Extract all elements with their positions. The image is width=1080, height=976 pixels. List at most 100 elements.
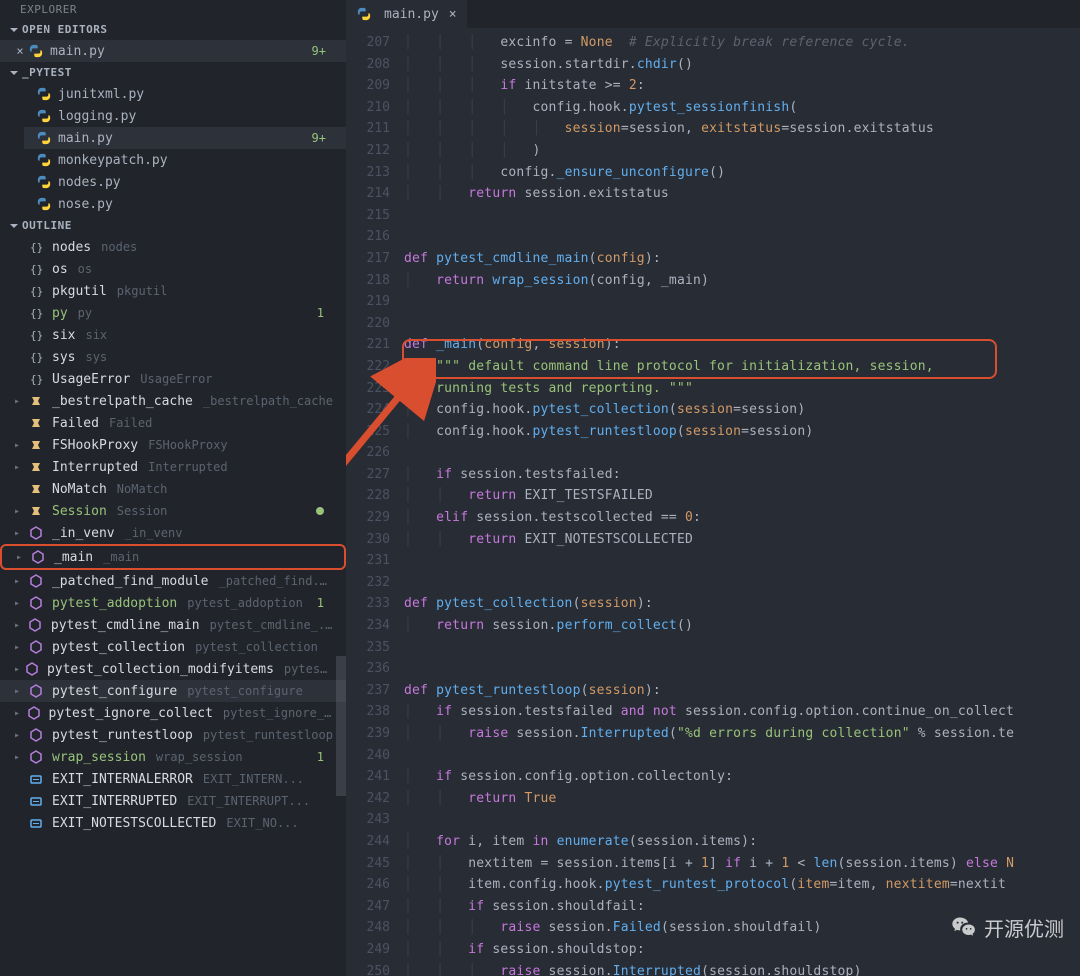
file-item[interactable]: nodes.py — [24, 171, 346, 193]
chevron-right-icon[interactable]: ▸ — [14, 664, 21, 675]
outline-item-pytest_collection[interactable]: ▸pytest_collectionpytest_collection — [0, 636, 346, 658]
outline-item-_main[interactable]: ▸_main_main — [0, 544, 346, 570]
code-line[interactable]: def _main(config, session): — [404, 334, 1080, 356]
code-line[interactable]: │ config.hook.pytest_collection(session=… — [404, 399, 1080, 421]
code-line[interactable]: │ elif session.testscollected == 0: — [404, 507, 1080, 529]
code-line[interactable]: │ │ return EXIT_NOTESTSCOLLECTED — [404, 529, 1080, 551]
code-line[interactable]: │ │ │ excinfo = None # Explicitly break … — [404, 32, 1080, 54]
outline-item-EXIT_INTERRUPTED[interactable]: EXIT_INTERRUPTEDEXIT_INTERRUPT... — [0, 790, 346, 812]
outline-item-EXIT_NOTESTSCOLLECTED[interactable]: EXIT_NOTESTSCOLLECTEDEXIT_NO... — [0, 812, 346, 834]
code-line[interactable]: │ """ default command line protocol for … — [404, 356, 1080, 378]
code-line[interactable]: │ │ return session.exitstatus — [404, 183, 1080, 205]
outline-item-Session[interactable]: ▸SessionSession — [0, 500, 346, 522]
outline-item-os[interactable]: {}osos — [0, 258, 346, 280]
code-line[interactable]: │ if session.testsfailed and not session… — [404, 701, 1080, 723]
chevron-right-icon[interactable]: ▸ — [14, 598, 24, 609]
code-line[interactable]: def pytest_runtestloop(session): — [404, 680, 1080, 702]
code-line[interactable] — [404, 226, 1080, 248]
open-editor-item[interactable]: ×main.py9+ — [0, 40, 346, 62]
chevron-right-icon[interactable]: ▸ — [14, 462, 24, 473]
outline-item-nodes[interactable]: {}nodesnodes — [0, 236, 346, 258]
chevron-right-icon[interactable]: ▸ — [14, 620, 24, 631]
code-line[interactable] — [404, 313, 1080, 335]
code-line[interactable]: │ return session.perform_collect() — [404, 615, 1080, 637]
code-line[interactable]: │ running tests and reporting. """ — [404, 378, 1080, 400]
code-line[interactable]: │ config.hook.pytest_runtestloop(session… — [404, 421, 1080, 443]
chevron-right-icon[interactable]: ▸ — [14, 506, 24, 517]
code-line[interactable] — [404, 291, 1080, 313]
code-line[interactable]: │ │ │ │ ) — [404, 140, 1080, 162]
outline-item-pytest_cmdline_main[interactable]: ▸pytest_cmdline_mainpytest_cmdline_... — [0, 614, 346, 636]
outline-item-pytest_ignore_collect[interactable]: ▸pytest_ignore_collectpytest_ignore_c... — [0, 702, 346, 724]
outline-item-pytest_addoption[interactable]: ▸pytest_addoptionpytest_addoption1 — [0, 592, 346, 614]
outline-item-UsageError[interactable]: {}UsageErrorUsageError — [0, 368, 346, 390]
code-line[interactable]: │ if session.config.option.collectonly: — [404, 766, 1080, 788]
code-line[interactable] — [404, 809, 1080, 831]
code-line[interactable] — [404, 205, 1080, 227]
file-item[interactable]: logging.py — [24, 105, 346, 127]
outline-item-_bestrelpath_cache[interactable]: ▸_bestrelpath_cache_bestrelpath_cache — [0, 390, 346, 412]
code-line[interactable] — [404, 745, 1080, 767]
code-line[interactable]: │ │ │ session.startdir.chdir() — [404, 54, 1080, 76]
chevron-right-icon[interactable]: ▸ — [14, 642, 24, 653]
file-item[interactable]: monkeypatch.py — [24, 149, 346, 171]
code-content[interactable]: │ │ │ excinfo = None # Explicitly break … — [404, 28, 1080, 976]
outline-item-NoMatch[interactable]: NoMatchNoMatch — [0, 478, 346, 500]
code-line[interactable]: │ │ │ config._ensure_unconfigure() — [404, 162, 1080, 184]
code-line[interactable]: │ │ raise session.Interrupted("%d errors… — [404, 723, 1080, 745]
project-section-header[interactable]: _PYTEST — [0, 62, 346, 83]
code-line[interactable]: │ │ │ │ │ session=session, exitstatus=se… — [404, 118, 1080, 140]
chevron-right-icon[interactable]: ▸ — [14, 686, 24, 697]
outline-item-six[interactable]: {}sixsix — [0, 324, 346, 346]
scrollbar-thumb[interactable] — [336, 656, 346, 796]
file-item[interactable]: nose.py — [24, 193, 346, 215]
chevron-right-icon[interactable]: ▸ — [14, 440, 24, 451]
code-line[interactable]: │ │ nextitem = session.items[i + 1] if i… — [404, 853, 1080, 875]
code-line[interactable]: │ │ if session.shouldstop: — [404, 939, 1080, 961]
code-line[interactable]: │ │ │ │ config.hook.pytest_sessionfinish… — [404, 97, 1080, 119]
code-line[interactable]: def pytest_collection(session): — [404, 593, 1080, 615]
code-line[interactable] — [404, 550, 1080, 572]
code-line[interactable]: │ │ │ if initstate >= 2: — [404, 75, 1080, 97]
outline-item-pytest_runtestloop[interactable]: ▸pytest_runtestlooppytest_runtestloop — [0, 724, 346, 746]
close-icon[interactable]: × — [12, 44, 28, 58]
code-line[interactable]: │ │ item.config.hook.pytest_runtest_prot… — [404, 874, 1080, 896]
code-line[interactable]: │ for i, item in enumerate(session.items… — [404, 831, 1080, 853]
outline-item-sys[interactable]: {}syssys — [0, 346, 346, 368]
tab-main-py[interactable]: main.py × — [346, 0, 467, 28]
outline-item-pkgutil[interactable]: {}pkgutilpkgutil — [0, 280, 346, 302]
outline-item-pytest_collection_modifyitems[interactable]: ▸pytest_collection_modifyitemspytest_... — [0, 658, 346, 680]
outline-header[interactable]: OUTLINE — [0, 215, 346, 236]
code-line[interactable]: def pytest_cmdline_main(config): — [404, 248, 1080, 270]
code-line[interactable] — [404, 572, 1080, 594]
code-line[interactable]: │ if session.testsfailed: — [404, 464, 1080, 486]
outline-item-_patched_find_module[interactable]: ▸_patched_find_module_patched_find... — [0, 570, 346, 592]
file-item[interactable]: junitxml.py — [24, 83, 346, 105]
outline-item-_in_venv[interactable]: ▸_in_venv_in_venv — [0, 522, 346, 544]
chevron-right-icon[interactable]: ▸ — [14, 708, 23, 719]
file-item[interactable]: main.py9+ — [24, 127, 346, 149]
chevron-right-icon[interactable]: ▸ — [14, 528, 24, 539]
open-editors-header[interactable]: OPEN EDITORS — [0, 19, 346, 40]
code-line[interactable] — [404, 637, 1080, 659]
code-line[interactable] — [404, 442, 1080, 464]
code-area[interactable]: 2072082092102112122132142152162172182192… — [346, 28, 1080, 976]
code-line[interactable]: │ │ return True — [404, 788, 1080, 810]
outline-item-EXIT_INTERNALERROR[interactable]: EXIT_INTERNALERROREXIT_INTERN... — [0, 768, 346, 790]
chevron-right-icon[interactable]: ▸ — [14, 730, 24, 741]
outline-item-py[interactable]: {}pypy1 — [0, 302, 346, 324]
chevron-right-icon[interactable]: ▸ — [14, 396, 24, 407]
chevron-right-icon[interactable]: ▸ — [14, 576, 24, 587]
code-line[interactable]: │ │ │ raise session.Interrupted(session.… — [404, 961, 1080, 976]
code-line[interactable]: │ return wrap_session(config, _main) — [404, 270, 1080, 292]
outline-item-wrap_session[interactable]: ▸wrap_sessionwrap_session1 — [0, 746, 346, 768]
close-icon[interactable]: × — [449, 7, 457, 22]
outline-item-Failed[interactable]: FailedFailed — [0, 412, 346, 434]
outline-item-FSHookProxy[interactable]: ▸FSHookProxyFSHookProxy — [0, 434, 346, 456]
outline-item-pytest_configure[interactable]: ▸pytest_configurepytest_configure — [0, 680, 346, 702]
code-line[interactable] — [404, 658, 1080, 680]
chevron-right-icon[interactable]: ▸ — [16, 552, 26, 563]
code-line[interactable]: │ │ return EXIT_TESTSFAILED — [404, 485, 1080, 507]
chevron-right-icon[interactable]: ▸ — [14, 752, 24, 763]
outline-item-Interrupted[interactable]: ▸InterruptedInterrupted — [0, 456, 346, 478]
